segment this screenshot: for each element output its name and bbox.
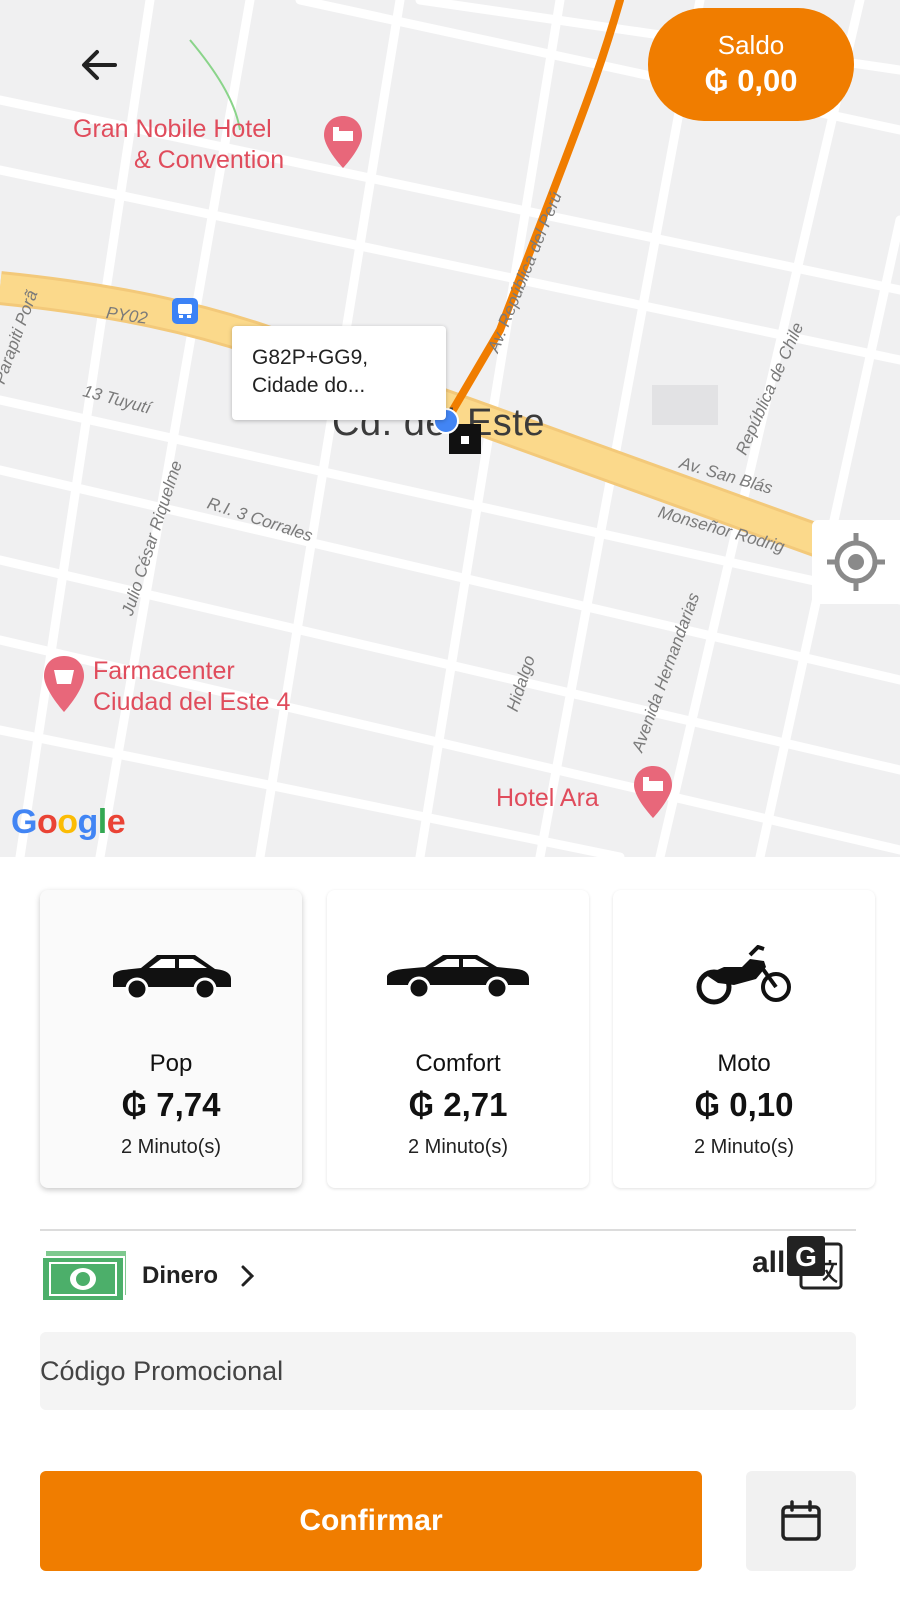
cash-icon (41, 1251, 126, 1302)
vehicle-name: Pop (149, 1050, 193, 1077)
vehicle-option-moto[interactable]: Moto ₲ 0,10 2 Minuto(s) (613, 890, 875, 1188)
address-line1: G82P+GG9, (252, 346, 369, 369)
pharmacy-pin-icon[interactable] (42, 654, 86, 714)
vehicle-option-comfort[interactable]: Comfort ₲ 2,71 2 Minuto(s) (327, 890, 589, 1188)
vehicle-price: ₲ 7,74 (121, 1086, 221, 1123)
vehicle-eta: 2 Minuto(s) (693, 1136, 795, 1158)
calendar-icon (781, 1500, 821, 1541)
vehicle-price: ₲ 0,10 (694, 1086, 794, 1123)
poi-pharmacy-name-line2: Ciudad del Este 4 (93, 688, 291, 716)
translate-button[interactable]: all G (752, 1232, 856, 1294)
vehicle-price: ₲ 2,71 (408, 1086, 508, 1123)
hotel-pin-icon[interactable] (322, 114, 364, 170)
svg-text:G: G (795, 1241, 817, 1272)
poi-pharmacy-name-line1: Farmacenter (93, 657, 235, 685)
my-location-button[interactable] (812, 520, 900, 604)
hatchback-car-icon (113, 955, 231, 999)
payment-method-selector[interactable]: Dinero (40, 1247, 256, 1305)
poi-hotel-name-line2: & Convention (134, 146, 285, 174)
crosshair-icon (827, 533, 885, 591)
promo-code-input[interactable] (40, 1332, 856, 1410)
arrow-left-icon (82, 50, 117, 80)
vehicle-icon-wrapper (327, 940, 589, 1010)
balance-value: ₲ 0,00 (704, 62, 798, 98)
address-tooltip[interactable]: G82P+GG9, Cidade do... (232, 326, 446, 420)
vehicle-eta: 2 Minuto(s) (120, 1136, 222, 1158)
vehicle-eta: 2 Minuto(s) (407, 1136, 509, 1158)
vehicle-name: Moto (717, 1050, 771, 1077)
hotel-ara-pin-icon[interactable] (632, 764, 674, 820)
divider (40, 1229, 856, 1231)
map[interactable]: Gran Nobile Hotel & Convention Farmacent… (0, 0, 900, 857)
vehicle-name: Comfort (415, 1050, 501, 1077)
balance-label: Saldo (717, 29, 785, 60)
google-logo: Google (11, 803, 126, 841)
poi-hotel-name-line1: Gran Nobile Hotel (73, 115, 272, 143)
chevron-right-icon (241, 1265, 255, 1287)
google-translate-icon: G (787, 1236, 843, 1290)
confirm-button[interactable]: Confirmar (40, 1471, 702, 1571)
translate-label: all (752, 1246, 786, 1279)
poi-hotel-ara-label[interactable]: Hotel Ara (496, 783, 599, 814)
motorcycle-icon (696, 945, 791, 1005)
back-button[interactable] (68, 34, 130, 96)
payment-method-label: Dinero (142, 1262, 219, 1289)
vehicle-option-pop[interactable]: Pop ₲ 7,74 2 Minuto(s) (40, 890, 302, 1188)
vehicle-icon-wrapper (40, 940, 302, 1010)
bus-stop-icon[interactable] (171, 297, 199, 325)
poi-hotel-label[interactable]: Gran Nobile Hotel & Convention (73, 114, 284, 176)
schedule-button[interactable] (746, 1471, 856, 1571)
address-line2: Cidade do... (252, 374, 366, 397)
poi-pharmacy-label[interactable]: Farmacenter Ciudad del Este 4 (93, 656, 290, 718)
sedan-car-icon (387, 955, 529, 999)
balance-badge[interactable]: Saldo ₲ 0,00 (648, 8, 854, 121)
vehicle-icon-wrapper (613, 940, 875, 1010)
